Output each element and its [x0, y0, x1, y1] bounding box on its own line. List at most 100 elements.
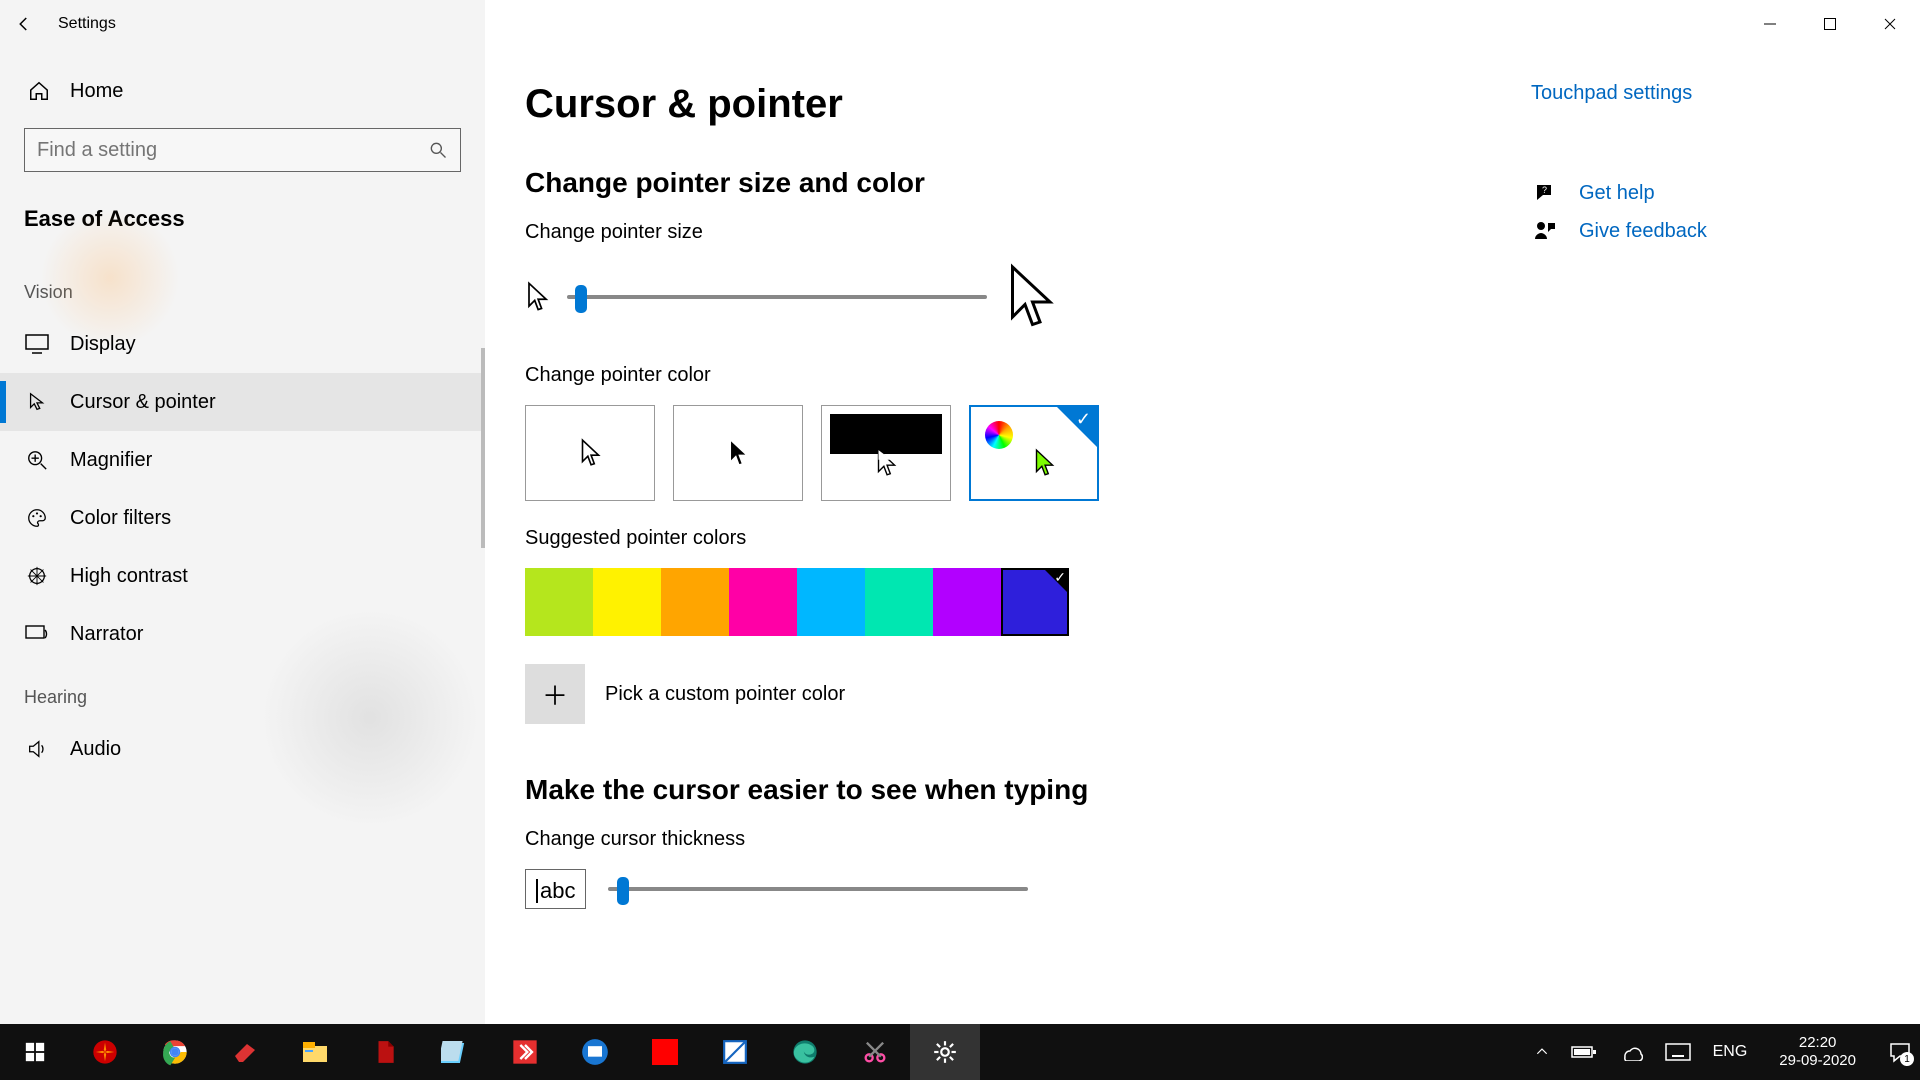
- search-box[interactable]: [24, 128, 461, 172]
- keyboard-icon[interactable]: [1665, 1043, 1691, 1061]
- taskbar-app-red[interactable]: [630, 1024, 700, 1080]
- sidebar-item-label: High contrast: [70, 565, 188, 588]
- sidebar: Home Ease of Access Vision Display: [0, 48, 485, 1024]
- sidebar-item-label: Color filters: [70, 507, 171, 530]
- home-icon: [26, 78, 52, 104]
- get-help-label: Get help: [1579, 182, 1655, 205]
- pointer-color-white[interactable]: [525, 405, 655, 501]
- label-suggested-colors: Suggested pointer colors: [525, 527, 1515, 550]
- taskbar: ENG 22:20 29-09-2020 1: [0, 1024, 1920, 1080]
- taskbar-app-chrome[interactable]: [140, 1024, 210, 1080]
- sidebar-item-label: Display: [70, 333, 136, 356]
- minimize-button[interactable]: [1740, 4, 1800, 44]
- sidebar-scrollbar[interactable]: [481, 348, 485, 548]
- sidebar-item-audio[interactable]: Audio: [0, 720, 485, 778]
- system-tray: ENG 22:20 29-09-2020 1: [1535, 1034, 1920, 1070]
- back-button[interactable]: [0, 0, 48, 48]
- taskbar-app-image[interactable]: [700, 1024, 770, 1080]
- taskbar-clock[interactable]: 22:20 29-09-2020: [1769, 1034, 1866, 1070]
- help-icon: ?: [1531, 181, 1559, 205]
- pointer-size-slider[interactable]: [567, 295, 987, 299]
- battery-icon[interactable]: [1571, 1044, 1597, 1060]
- window-title: Settings: [48, 15, 116, 33]
- thickness-preview-text: abc: [540, 878, 575, 903]
- sidebar-home[interactable]: Home: [24, 66, 461, 122]
- tray-overflow-icon[interactable]: [1535, 1045, 1549, 1059]
- onedrive-icon[interactable]: [1619, 1043, 1643, 1061]
- section-size-color: Change pointer size and color: [525, 167, 1515, 199]
- check-icon: ✓: [1076, 409, 1091, 430]
- link-give-feedback[interactable]: Give feedback: [1531, 219, 1860, 243]
- pick-custom-color-button[interactable]: ＋: [525, 664, 585, 724]
- taskbar-app-eraser[interactable]: [210, 1024, 280, 1080]
- taskbar-app-pdf[interactable]: [350, 1024, 420, 1080]
- group-hearing-label: Hearing: [24, 663, 461, 720]
- thickness-slider[interactable]: [608, 887, 1028, 891]
- narrator-icon: [24, 621, 50, 647]
- sidebar-item-color-filters[interactable]: Color filters: [0, 489, 485, 547]
- sidebar-item-cursor[interactable]: Cursor & pointer: [0, 373, 485, 431]
- swatch-yellow[interactable]: [593, 568, 661, 636]
- language-indicator[interactable]: ENG: [1713, 1043, 1748, 1061]
- pointer-color-inverted[interactable]: [821, 405, 951, 501]
- color-wheel-icon: [985, 421, 1013, 449]
- display-icon: [24, 331, 50, 357]
- taskbar-app-explorer[interactable]: [280, 1024, 350, 1080]
- pointer-color-black[interactable]: [673, 405, 803, 501]
- swatch-blue[interactable]: ✓: [1001, 568, 1069, 636]
- pointer-size-thumb[interactable]: [575, 285, 587, 313]
- svg-text:?: ?: [1542, 185, 1547, 195]
- swatch-orange[interactable]: [661, 568, 729, 636]
- titlebar: Settings: [0, 0, 1920, 48]
- clock-time: 22:20: [1779, 1034, 1856, 1052]
- swatch-teal[interactable]: [865, 568, 933, 636]
- close-button[interactable]: [1860, 4, 1920, 44]
- magnifier-icon: [24, 447, 50, 473]
- sidebar-item-label: Narrator: [70, 623, 143, 646]
- sidebar-item-label: Magnifier: [70, 449, 152, 472]
- clock-date: 29-09-2020: [1779, 1052, 1856, 1070]
- sidebar-item-display[interactable]: Display: [0, 315, 485, 373]
- taskbar-app-huawei[interactable]: [70, 1024, 140, 1080]
- sidebar-section-title: Ease of Access: [24, 196, 461, 258]
- swatch-sky[interactable]: [797, 568, 865, 636]
- thickness-thumb[interactable]: [617, 877, 629, 905]
- contrast-icon: [24, 563, 50, 589]
- sidebar-home-label: Home: [70, 80, 123, 103]
- taskbar-app-edge[interactable]: [770, 1024, 840, 1080]
- sidebar-item-high-contrast[interactable]: High contrast: [0, 547, 485, 605]
- swatch-magenta[interactable]: [729, 568, 797, 636]
- pick-custom-color-label: Pick a custom pointer color: [605, 683, 845, 706]
- feedback-icon: [1531, 219, 1559, 243]
- page-title: Cursor & pointer: [525, 82, 1515, 127]
- sidebar-item-narrator[interactable]: Narrator: [0, 605, 485, 663]
- maximize-button[interactable]: [1800, 4, 1860, 44]
- audio-icon: [24, 736, 50, 762]
- taskbar-app-anydesk[interactable]: [490, 1024, 560, 1080]
- group-vision-label: Vision: [24, 258, 461, 315]
- taskbar-app-screen[interactable]: [560, 1024, 630, 1080]
- feedback-label: Give feedback: [1579, 220, 1707, 243]
- section-cursor-typing: Make the cursor easier to see when typin…: [525, 774, 1515, 806]
- sidebar-item-label: Audio: [70, 738, 121, 761]
- search-input[interactable]: [37, 139, 428, 162]
- sidebar-item-magnifier[interactable]: Magnifier: [0, 431, 485, 489]
- taskbar-app-settings[interactable]: [910, 1024, 980, 1080]
- palette-icon: [24, 505, 50, 531]
- action-center-icon[interactable]: 1: [1888, 1040, 1912, 1064]
- link-touchpad-settings[interactable]: Touchpad settings: [1531, 82, 1860, 105]
- sidebar-item-label: Cursor & pointer: [70, 391, 216, 414]
- suggested-color-row: ✓: [525, 568, 1515, 636]
- link-get-help[interactable]: ? Get help: [1531, 181, 1860, 205]
- pointer-color-custom[interactable]: ✓: [969, 405, 1099, 501]
- taskbar-app-snip[interactable]: [840, 1024, 910, 1080]
- start-button[interactable]: [0, 1024, 70, 1080]
- label-pointer-size: Change pointer size: [525, 221, 1515, 244]
- plus-icon: ＋: [542, 676, 568, 713]
- swatch-lime[interactable]: [525, 568, 593, 636]
- cursor-icon: [24, 389, 50, 415]
- notification-badge: 1: [1900, 1052, 1914, 1066]
- swatch-purple[interactable]: [933, 568, 1001, 636]
- taskbar-app-notes[interactable]: [420, 1024, 490, 1080]
- thickness-preview: abc: [525, 869, 586, 909]
